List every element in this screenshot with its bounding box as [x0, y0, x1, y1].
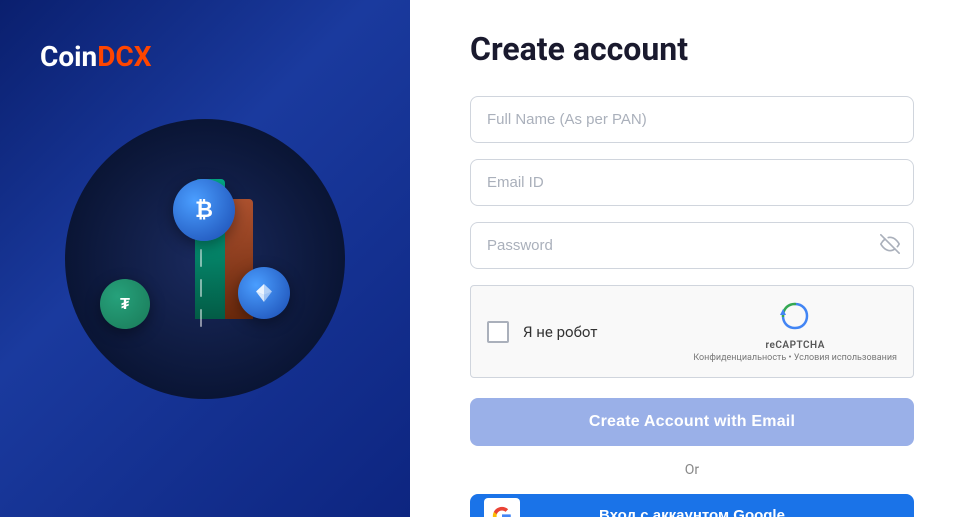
road-dash [200, 279, 202, 297]
logo-dcx: DCX [97, 40, 151, 73]
recaptcha-right: reCAPTCHA Конфиденциальность • Условия и… [693, 300, 897, 363]
google-icon-wrapper [484, 498, 520, 517]
recaptcha-checkbox[interactable] [487, 321, 509, 343]
password-input[interactable] [470, 222, 914, 269]
recaptcha-links: Конфиденциальность • Условия использован… [693, 353, 897, 363]
google-signin-button[interactable]: Вход с аккаунтом Google [470, 494, 914, 517]
page-title: Create account [470, 30, 688, 68]
recaptcha-box: Я не робот reCAPTCHA Конфиденциальность … [470, 285, 914, 378]
usdt-coin: ₮ [100, 279, 150, 329]
left-panel: CoinDCX ₿ ₮ [0, 0, 410, 517]
recaptcha-label: Я не робот [523, 323, 597, 341]
road-dash [200, 309, 202, 327]
fullname-group [470, 96, 914, 143]
google-icon [492, 506, 512, 517]
road-dash [200, 249, 202, 267]
password-wrapper [470, 222, 914, 269]
or-divider: Or [470, 462, 914, 478]
recaptcha-logo-icon [779, 300, 811, 338]
btc-coin: ₿ [173, 179, 235, 241]
eth-icon [252, 281, 276, 305]
google-button-label: Вход с аккаунтом Google [486, 507, 898, 517]
eye-toggle-icon[interactable] [880, 234, 900, 258]
recaptcha-left: Я не робот [487, 321, 597, 343]
crypto-scene: ₿ ₮ [65, 119, 345, 399]
right-panel: Create account Я не робот [410, 0, 974, 517]
recaptcha-brand: reCAPTCHA [765, 340, 824, 351]
btc-icon: ₿ [195, 197, 213, 223]
email-input[interactable] [470, 159, 914, 206]
password-group [470, 222, 914, 269]
eth-coin [238, 267, 290, 319]
create-account-email-button[interactable]: Create Account with Email [470, 398, 914, 446]
fullname-input[interactable] [470, 96, 914, 143]
logo: CoinDCX [40, 40, 152, 73]
logo-coin: Coin [40, 40, 97, 73]
email-group [470, 159, 914, 206]
usdt-icon: ₮ [120, 294, 130, 314]
